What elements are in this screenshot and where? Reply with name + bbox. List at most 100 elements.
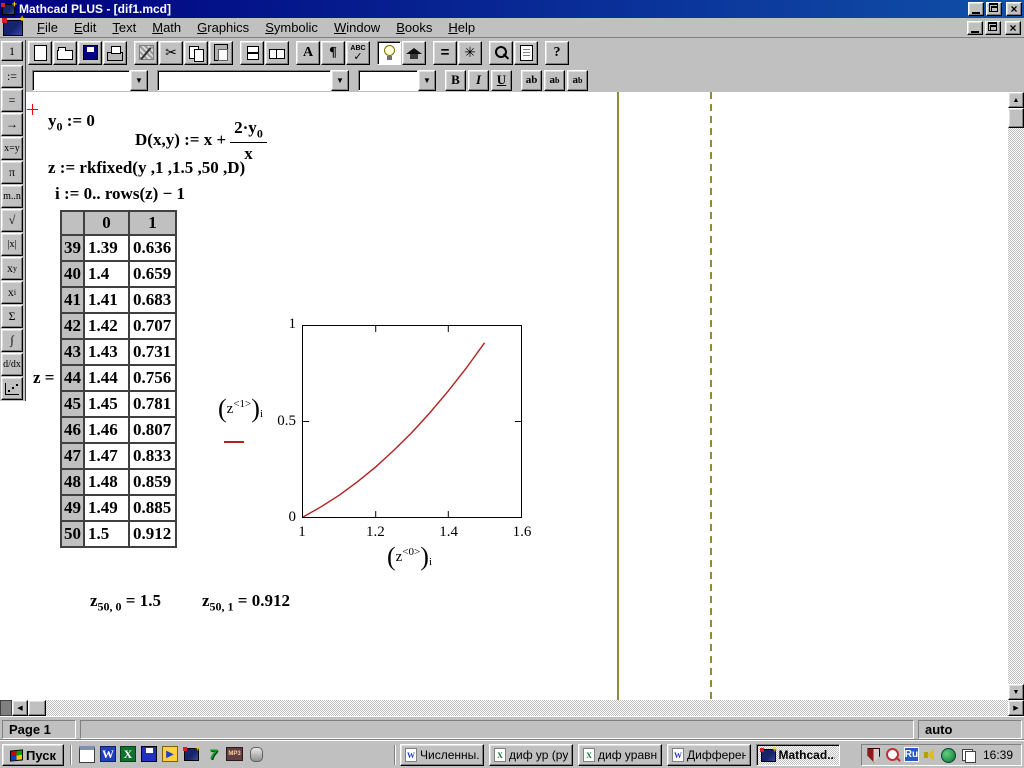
value-cell[interactable]: 0.807 <box>129 417 176 443</box>
value-cell[interactable]: 0.756 <box>129 365 176 391</box>
vertical-scroll-thumb[interactable] <box>1008 108 1024 128</box>
plot-palette-palette-button[interactable] <box>1 377 23 400</box>
underline-button[interactable]: U <box>491 69 512 91</box>
value-cell[interactable]: 0.885 <box>129 495 176 521</box>
taskbar-task-дифферен-[interactable]: WДифферен... <box>667 744 751 766</box>
value-cell[interactable]: 0.912 <box>129 521 176 547</box>
xy-plot[interactable] <box>302 325 522 518</box>
menu-help[interactable]: Help <box>440 18 483 37</box>
calculate-button[interactable]: = <box>433 40 457 65</box>
taskbar-task-диф-уравн-[interactable]: Xдиф уравн... <box>578 744 662 766</box>
doc-close-button[interactable]: × <box>1005 20 1021 35</box>
symbolic-button[interactable]: ✳ <box>458 40 482 65</box>
doc-minimize-button[interactable] <box>967 20 983 35</box>
value-cell[interactable]: 1.46 <box>84 417 129 443</box>
v7-icon[interactable]: 7 <box>204 745 222 763</box>
font-combobox[interactable]: ▼ <box>157 69 349 91</box>
app-icon[interactable] <box>1 0 17 15</box>
size-value[interactable] <box>358 69 418 91</box>
new-button[interactable] <box>28 40 52 65</box>
italic-button[interactable]: I <box>468 69 489 91</box>
tutorial-button[interactable] <box>402 40 426 65</box>
style-combobox[interactable]: ▼ <box>32 69 148 91</box>
menu-math[interactable]: Math <box>144 18 189 37</box>
chevron-down-icon[interactable]: ▼ <box>331 69 349 91</box>
font-value[interactable] <box>157 69 331 91</box>
find-clock-icon[interactable] <box>885 747 901 763</box>
help-button[interactable]: ? <box>545 40 569 65</box>
numeric-format-palette-button[interactable]: 1 <box>1 41 23 61</box>
scroll-right-icon[interactable]: ▶ <box>1008 700 1024 716</box>
value-cell[interactable]: 1.4 <box>84 261 129 287</box>
menu-file[interactable]: File <box>29 18 66 37</box>
window-stack-icon[interactable] <box>960 747 976 763</box>
absolute-palette-button[interactable]: |x| <box>1 233 23 256</box>
lang-ru-icon[interactable]: Ru <box>903 747 919 762</box>
word-icon[interactable]: W <box>100 746 116 762</box>
start-button[interactable]: Пуск <box>2 744 64 766</box>
worksheet[interactable]: y0 := 0 D(x,y) := x +2·y0 x z := rkfixed(… <box>0 92 1008 700</box>
power-palette-button[interactable]: xy <box>1 257 23 280</box>
integral-palette-button[interactable]: ∫ <box>1 329 23 352</box>
menu-text[interactable]: Text <box>104 18 144 37</box>
value-cell[interactable]: 0.683 <box>129 287 176 313</box>
range-palette-button[interactable]: m..n <box>1 185 23 208</box>
minimize-button[interactable] <box>968 2 984 16</box>
vertical-scrollbar[interactable]: ▲ ▼ <box>1008 92 1024 700</box>
volume-icon[interactable] <box>922 747 938 763</box>
style-value[interactable] <box>32 69 130 91</box>
value-cell[interactable]: 1.42 <box>84 313 129 339</box>
bold-button[interactable]: B <box>445 69 466 91</box>
result-z50-1[interactable]: z50, 1 = 0.912 <box>202 591 290 614</box>
horizontal-scroll-thumb[interactable] <box>28 700 46 716</box>
chevron-down-icon[interactable]: ▼ <box>418 69 436 91</box>
view-regions-button[interactable] <box>265 40 289 65</box>
menu-window[interactable]: Window <box>326 18 388 37</box>
excel-icon[interactable]: X <box>120 746 136 762</box>
mathcad-icon[interactable] <box>182 743 201 763</box>
assign-palette-button[interactable]: := <box>1 65 23 88</box>
arrow-palette-button[interactable]: → <box>1 113 23 136</box>
taskbar-task-mathcad-[interactable]: Mathcad... <box>756 744 840 766</box>
result-z50-0[interactable]: z50, 0 = 1.5 <box>90 591 161 614</box>
show-desktop-icon[interactable] <box>78 745 96 763</box>
value-cell[interactable]: 1.49 <box>84 495 129 521</box>
value-cell[interactable]: 0.833 <box>129 443 176 469</box>
chevron-down-icon[interactable]: ▼ <box>130 69 148 91</box>
save-button[interactable] <box>78 40 102 65</box>
spellcheck-button[interactable] <box>346 40 370 65</box>
horizontal-scrollbar[interactable]: ◀ ▶ <box>0 700 1024 716</box>
size-combobox[interactable]: ▼ <box>358 69 436 91</box>
smart-tip-button[interactable] <box>377 40 401 65</box>
cut-button[interactable]: ✂ <box>159 40 183 65</box>
backup-icon[interactable] <box>140 745 158 763</box>
paste-button[interactable] <box>209 40 233 65</box>
subscript-palette-button[interactable]: xi <box>1 281 23 304</box>
derivative-palette-button[interactable]: d/dx <box>1 353 23 376</box>
mp3-icon[interactable]: MP3 <box>226 747 243 761</box>
expr-y0-definition[interactable]: y0 := 0 <box>48 111 95 134</box>
menu-symbolic[interactable]: Symbolic <box>257 18 326 37</box>
format-painter-button[interactable] <box>134 40 158 65</box>
doc-restore-button[interactable] <box>985 20 1001 35</box>
value-cell[interactable]: 0.781 <box>129 391 176 417</box>
print-button[interactable] <box>103 40 127 65</box>
root-palette-button[interactable]: √ <box>1 209 23 232</box>
print-preview-button[interactable] <box>514 40 538 65</box>
media-player-icon[interactable]: ▶ <box>162 746 178 762</box>
paragraph-button[interactable]: ¶ <box>321 40 345 65</box>
value-cell[interactable]: 1.47 <box>84 443 129 469</box>
font-button[interactable]: A <box>296 40 320 65</box>
mouse-icon[interactable] <box>247 745 265 763</box>
scroll-left-icon[interactable]: ◀ <box>12 700 28 716</box>
z-output-table[interactable]: 0 1 39 1.39 0.636 40 1.4 0.659 41 1.41 0.683 42 1.… <box>60 210 177 548</box>
value-cell[interactable]: 1.45 <box>84 391 129 417</box>
menu-edit[interactable]: Edit <box>66 18 104 37</box>
open-button[interactable] <box>53 40 77 65</box>
value-cell[interactable]: 1.41 <box>84 287 129 313</box>
value-cell[interactable]: 0.731 <box>129 339 176 365</box>
menu-graphics[interactable]: Graphics <box>189 18 257 37</box>
subscript-button[interactable]: ab <box>544 69 565 91</box>
copy-button[interactable] <box>184 40 208 65</box>
close-button[interactable]: × <box>1006 2 1022 16</box>
